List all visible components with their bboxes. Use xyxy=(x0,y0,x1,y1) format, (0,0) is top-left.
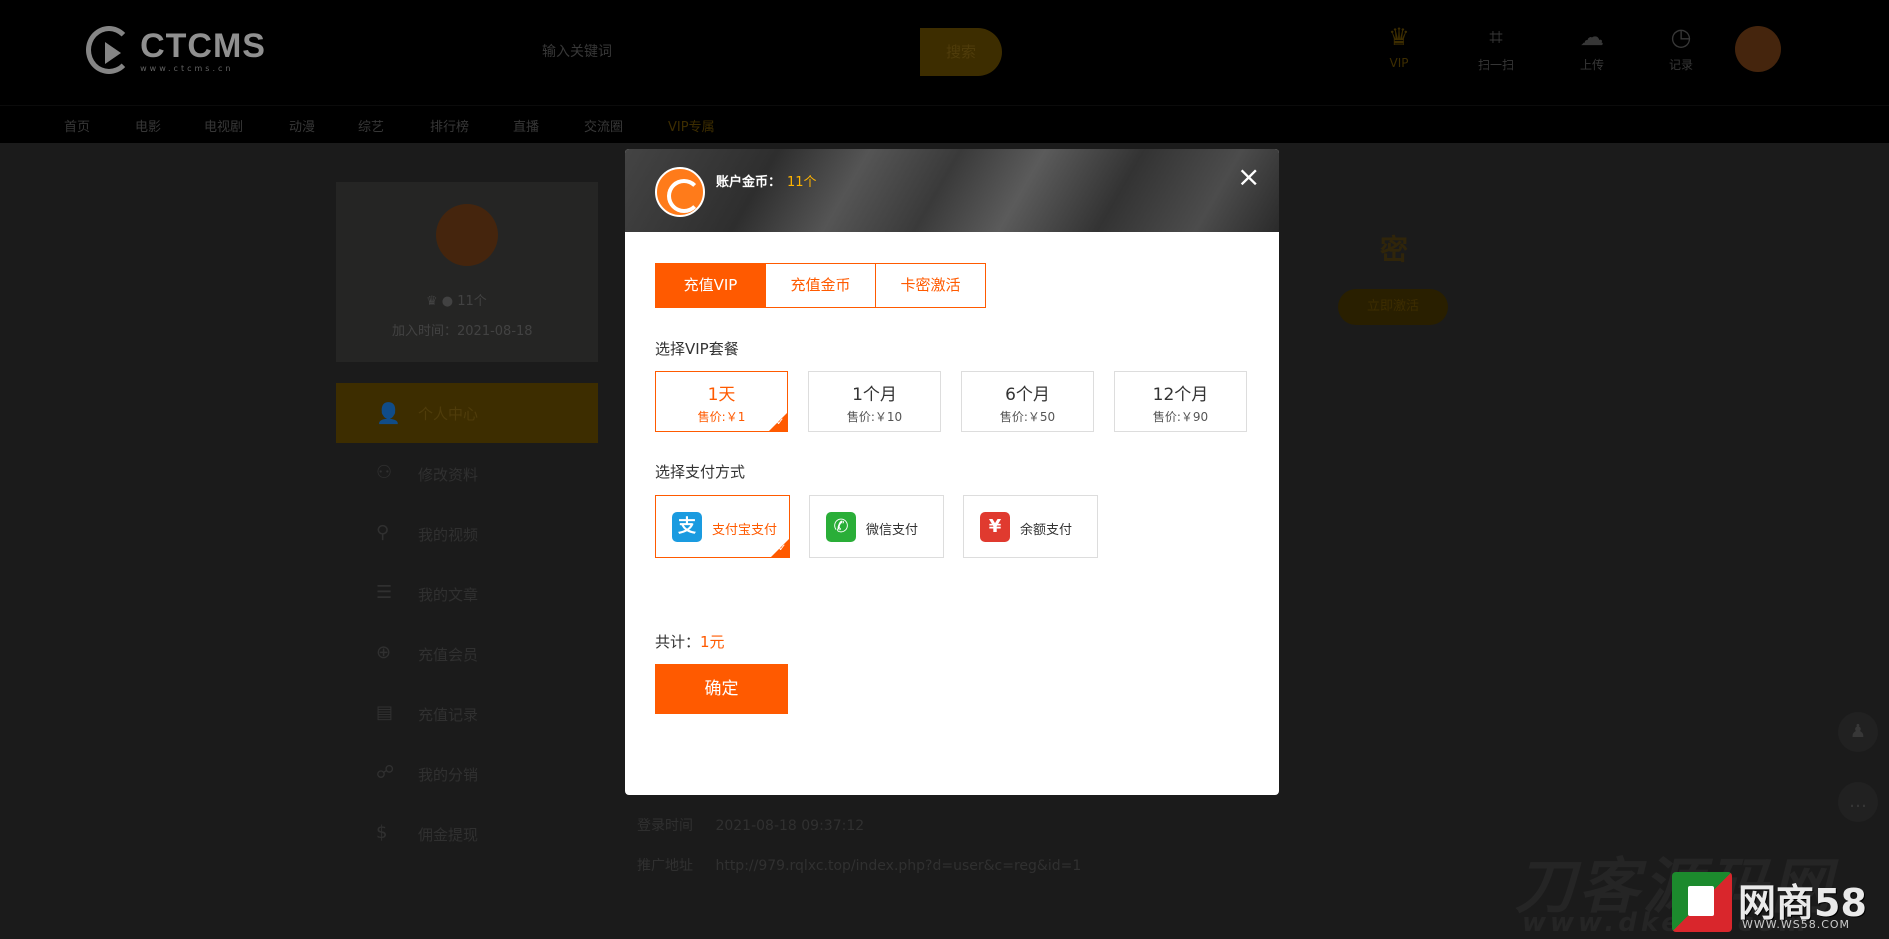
main-nav: 首页 电影 电视剧 动漫 综艺 排行榜 直播 交流圈 VIP专属 xyxy=(0,105,1889,143)
promo-url-row: 推广地址 http://979.rqlxc.top/index.php?d=us… xyxy=(637,858,1082,874)
header-history[interactable]: ◷ 记录 xyxy=(1651,22,1711,82)
user-edit-icon: ⚇ xyxy=(376,462,393,483)
record-icon: ▤ xyxy=(376,702,394,723)
plan-section-label: 选择VIP套餐 xyxy=(655,340,739,358)
user-avatar[interactable] xyxy=(1735,26,1781,72)
plan-option-1-month[interactable]: 1个月 售价:￥10 xyxy=(808,371,941,432)
nav-item-home[interactable]: 首页 xyxy=(64,116,90,135)
nav-item-variety[interactable]: 综艺 xyxy=(358,116,384,135)
crown-icon: ♛ xyxy=(1388,23,1410,51)
wechat-icon: ✆ xyxy=(826,512,856,542)
site-logo[interactable]: CTCMS www.ctcms.cn xyxy=(86,20,266,80)
payment-alipay[interactable]: 支 支付宝支付 xyxy=(655,495,790,558)
nav-item-movie[interactable]: 电影 xyxy=(135,116,161,135)
sidebar-item-my-videos[interactable]: ⚲ 我的视频 xyxy=(336,514,598,554)
close-icon[interactable]: × xyxy=(1237,163,1260,191)
profile-card: ♛ ● 11个 加入时间：2021-08-18 xyxy=(336,182,598,362)
balance-label: 账户金币： xyxy=(716,175,782,190)
total-amount: 共计：1元 xyxy=(655,633,725,651)
nav-item-ranking[interactable]: 排行榜 xyxy=(430,116,469,135)
payment-section-label: 选择支付方式 xyxy=(655,463,746,481)
logo-text: CTCMS xyxy=(140,26,266,65)
recharge-tabs: 充值VIP 充值金币 卡密激活 xyxy=(655,263,986,308)
nav-item-tv[interactable]: 电视剧 xyxy=(204,116,243,135)
profile-avatar xyxy=(436,204,498,266)
network-icon: ☍ xyxy=(376,762,395,783)
modal-header: 账户金币： 11个 × xyxy=(625,149,1279,232)
sidebar-item-recharge-history[interactable]: ▤ 充值记录 xyxy=(336,694,598,734)
plan-option-12-months[interactable]: 12个月 售价:￥90 xyxy=(1114,371,1247,432)
sidebar-item-user-center[interactable]: 👤 个人中心 xyxy=(336,383,598,443)
modal-avatar xyxy=(655,167,705,217)
play-logo-icon xyxy=(86,26,133,74)
recharge-icon: ⊕ xyxy=(376,642,392,663)
profile-joined: 加入时间：2021-08-18 xyxy=(392,324,533,339)
cloud-upload-icon: ☁ xyxy=(1580,23,1604,51)
nav-item-live[interactable]: 直播 xyxy=(513,116,539,135)
alipay-icon: 支 xyxy=(672,512,702,542)
logo-subtext: www.ctcms.cn xyxy=(140,63,234,73)
search-button[interactable]: 搜索 xyxy=(920,28,1002,76)
clock-icon: ◷ xyxy=(1670,23,1692,51)
plan-option-1-day[interactable]: 1天 售价:￥1 xyxy=(655,371,788,432)
yuan-icon: ¥ xyxy=(980,512,1010,542)
ws58-brand-logo: 网商58 WWW.WS58.COM xyxy=(1672,868,1884,934)
balance-value: 11个 xyxy=(787,175,817,190)
sidebar-item-distribution[interactable]: ☍ 我的分销 xyxy=(336,754,598,794)
check-icon xyxy=(769,413,787,431)
plan-option-6-months[interactable]: 6个月 售价:￥50 xyxy=(961,371,1094,432)
login-time-row: 登录时间 2021-08-18 09:37:12 xyxy=(637,818,865,834)
nav-item-anime[interactable]: 动漫 xyxy=(289,116,315,135)
ws58-logo-icon xyxy=(1672,872,1732,932)
header-vip[interactable]: ♛ VIP xyxy=(1369,22,1429,82)
nav-item-vip[interactable]: VIP专属 xyxy=(668,116,715,135)
site-header: CTCMS www.ctcms.cn 输入关键词 搜索 ♛ VIP ⌗ 扫一扫 … xyxy=(0,0,1889,105)
card-key-title: 密 xyxy=(1380,233,1409,266)
check-icon xyxy=(771,539,789,557)
confirm-button[interactable]: 确定 xyxy=(655,664,788,714)
payment-wechat[interactable]: ✆ 微信支付 xyxy=(809,495,944,558)
recharge-modal: 账户金币： 11个 × 充值VIP 充值金币 卡密激活 选择VIP套餐 1天 售… xyxy=(625,149,1279,795)
sidebar-item-my-articles[interactable]: ☰ 我的文章 xyxy=(336,574,598,614)
qq-icon[interactable]: ♟ xyxy=(1838,712,1878,752)
tab-card-activation[interactable]: 卡密激活 xyxy=(875,263,986,308)
coin-icon: $ xyxy=(376,822,388,843)
document-icon: ☰ xyxy=(376,582,393,603)
profile-coins: ♛ ● 11个 xyxy=(426,294,487,309)
sidebar-item-withdraw[interactable]: $ 佣金提现 xyxy=(336,814,598,854)
person-icon: ⚲ xyxy=(376,522,390,543)
sidebar-item-edit-profile[interactable]: ⚇ 修改资料 xyxy=(336,454,598,494)
user-icon: 👤 xyxy=(376,401,401,425)
search-input[interactable]: 输入关键词 xyxy=(530,28,920,76)
scan-icon: ⌗ xyxy=(1489,23,1503,51)
nav-item-community[interactable]: 交流圈 xyxy=(584,116,623,135)
tab-recharge-coins[interactable]: 充值金币 xyxy=(765,263,876,308)
sidebar-item-recharge-member[interactable]: ⊕ 充值会员 xyxy=(336,634,598,674)
activate-button[interactable]: 立即激活 xyxy=(1338,289,1448,325)
header-upload[interactable]: ☁ 上传 xyxy=(1562,22,1622,82)
header-scan[interactable]: ⌗ 扫一扫 xyxy=(1466,22,1526,82)
tab-recharge-vip[interactable]: 充值VIP xyxy=(655,263,766,308)
chat-icon[interactable]: … xyxy=(1838,782,1878,822)
payment-balance[interactable]: ¥ 余额支付 xyxy=(963,495,1098,558)
